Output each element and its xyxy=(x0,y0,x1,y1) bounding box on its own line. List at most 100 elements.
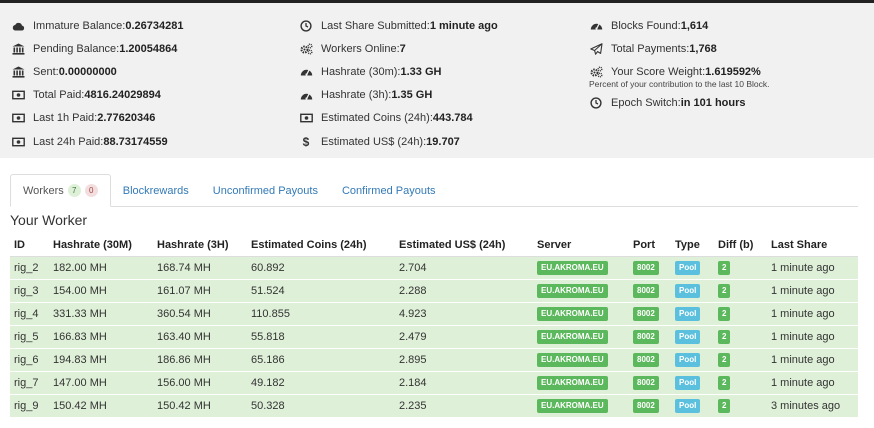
column-header[interactable]: ID xyxy=(10,234,49,257)
badge-cell: 8002 xyxy=(629,370,671,394)
tab-confirmed-payouts[interactable]: Confirmed Payouts xyxy=(330,174,448,207)
diff-label: 2 xyxy=(718,375,731,390)
cogs-icon xyxy=(299,43,313,55)
last-share: 1 minute ago xyxy=(767,347,858,371)
stat-value: 2.77620346 xyxy=(97,112,156,125)
server-label: EU.AKROMA.EU xyxy=(537,352,608,367)
est-usd: 2.704 xyxy=(395,255,533,279)
clock-icon xyxy=(589,97,603,109)
section-title: Your Worker xyxy=(10,212,88,228)
dollar-icon: $ xyxy=(302,134,310,149)
stat-row: Last 1h Paid: 2.77620346 xyxy=(11,107,183,130)
stat-value: 443.784 xyxy=(432,112,473,125)
est-coins: 55.818 xyxy=(247,324,395,348)
stat-value: 1.20054864 xyxy=(119,42,178,55)
hashrate-3h: 156.00 MH xyxy=(153,370,247,394)
est-coins: 49.182 xyxy=(247,370,395,394)
stat-row: Total Payments: 1,768 xyxy=(589,37,770,60)
tab-bar: Workers 7 0 Blockrewards Unconfirmed Pay… xyxy=(10,174,858,207)
hashrate-30m: 150.42 MH xyxy=(49,393,153,417)
column-header[interactable]: Estimated US$ (24h) xyxy=(395,234,533,257)
stat-value: 1.619592% xyxy=(705,65,761,78)
table-body: rig_2 182.00 MH 168.74 MH 60.892 2.704 EU.AKR… xyxy=(10,255,858,417)
tachometer-icon xyxy=(299,89,313,101)
est-usd: 2.479 xyxy=(395,324,533,348)
stat-label: Sent: xyxy=(33,65,59,78)
column-header[interactable]: Server xyxy=(533,234,629,257)
last-share: 1 minute ago xyxy=(767,324,858,348)
hashrate-3h: 186.86 MH xyxy=(153,347,247,371)
type-label: Pool xyxy=(675,352,701,367)
money-icon xyxy=(11,112,25,124)
stats-panel: Immature Balance: 0.26734281 Pending Bala… xyxy=(0,3,874,158)
type-label: Pool xyxy=(675,398,701,413)
stat-label: Total Paid: xyxy=(33,89,85,102)
worker-row: rig_7 147.00 MH 156.00 MH 49.182 2.184 EU.AKR… xyxy=(10,370,858,394)
badge-cell: EU.AKROMA.EU xyxy=(533,278,629,302)
stats-column-balances: Immature Balance: 0.26734281 Pending Bala… xyxy=(11,14,183,153)
workers-online-badge: 7 xyxy=(67,184,81,197)
cloud-icon xyxy=(11,20,25,32)
stat-label: Hashrate (3h): xyxy=(321,89,392,102)
column-header[interactable]: Estimated Coins (24h) xyxy=(247,234,395,257)
column-header[interactable]: Hashrate (3H) xyxy=(153,234,247,257)
stat-row: Hashrate (3h): 1.35 GH xyxy=(299,84,498,107)
server-label: EU.AKROMA.EU xyxy=(537,329,608,344)
last-share: 1 minute ago xyxy=(767,278,858,302)
stat-row: Pending Balance: 1.20054864 xyxy=(11,37,183,60)
hashrate-30m: 154.00 MH xyxy=(49,278,153,302)
stat-label: Total Payments: xyxy=(611,42,690,55)
badge-cell: Pool xyxy=(671,347,714,371)
badge-cell: Pool xyxy=(671,255,714,279)
table-header-row: ID Hashrate (30M) Hashrate (3H) Estimated C… xyxy=(10,234,858,257)
hashrate-3h: 163.40 MH xyxy=(153,324,247,348)
stat-value: 1.35 GH xyxy=(391,89,433,102)
est-coins: 50.328 xyxy=(247,393,395,417)
money-icon xyxy=(11,89,25,101)
port-label: 8002 xyxy=(633,398,659,413)
stat-value: 19.707 xyxy=(426,135,460,148)
type-label: Pool xyxy=(675,306,701,321)
port-label: 8002 xyxy=(633,329,659,344)
diff-label: 2 xyxy=(718,260,731,275)
badge-cell: EU.AKROMA.EU xyxy=(533,255,629,279)
badge-cell: 8002 xyxy=(629,278,671,302)
workers-panel: Workers 7 0 Blockrewards Unconfirmed Pay… xyxy=(0,158,874,428)
server-label: EU.AKROMA.EU xyxy=(537,306,608,321)
stat-row: Workers Online: 7 xyxy=(299,37,498,60)
stat-label: Last 1h Paid: xyxy=(33,112,98,125)
tab-unconfirmed-payouts[interactable]: Unconfirmed Payouts xyxy=(201,174,330,207)
server-label: EU.AKROMA.EU xyxy=(537,260,608,275)
badge-cell: 8002 xyxy=(629,301,671,325)
badge-cell: 2 xyxy=(714,370,767,394)
last-share: 3 minutes ago xyxy=(767,393,858,417)
tab-blockrewards[interactable]: Blockrewards xyxy=(111,174,201,207)
worker-row: rig_9 150.42 MH 150.42 MH 50.328 2.235 EU.AKR… xyxy=(10,393,858,417)
column-header[interactable]: Port xyxy=(629,234,671,257)
type-label: Pool xyxy=(675,260,701,275)
cogs-icon xyxy=(589,66,603,78)
tab-workers-label: Workers xyxy=(23,184,64,197)
stat-value: 1 minute ago xyxy=(429,19,498,32)
badge-cell: EU.AKROMA.EU xyxy=(533,324,629,348)
worker-id: rig_6 xyxy=(10,347,49,371)
worker-row: rig_5 166.83 MH 163.40 MH 55.818 2.479 EU.AKR… xyxy=(10,324,858,348)
type-label: Pool xyxy=(675,283,701,298)
last-share: 1 minute ago xyxy=(767,301,858,325)
column-header[interactable]: Diff (b) xyxy=(714,234,767,257)
stat-label: Workers Online: xyxy=(321,42,400,55)
hashrate-3h: 360.54 MH xyxy=(153,301,247,325)
worker-id: rig_2 xyxy=(10,255,49,279)
column-header[interactable]: Type xyxy=(671,234,714,257)
stat-row: Last 24h Paid: 88.73174559 xyxy=(11,130,183,153)
port-label: 8002 xyxy=(633,260,659,275)
server-label: EU.AKROMA.EU xyxy=(537,375,608,390)
badge-cell: Pool xyxy=(671,324,714,348)
column-header[interactable]: Hashrate (30M) xyxy=(49,234,153,257)
worker-id: rig_5 xyxy=(10,324,49,348)
badge-cell: 8002 xyxy=(629,393,671,417)
column-header[interactable]: Last Share xyxy=(767,234,858,257)
stat-label: Estimated US$ (24h): xyxy=(321,135,427,148)
tab-workers[interactable]: Workers 7 0 xyxy=(10,174,111,207)
stat-label: Last Share Submitted: xyxy=(321,19,430,32)
